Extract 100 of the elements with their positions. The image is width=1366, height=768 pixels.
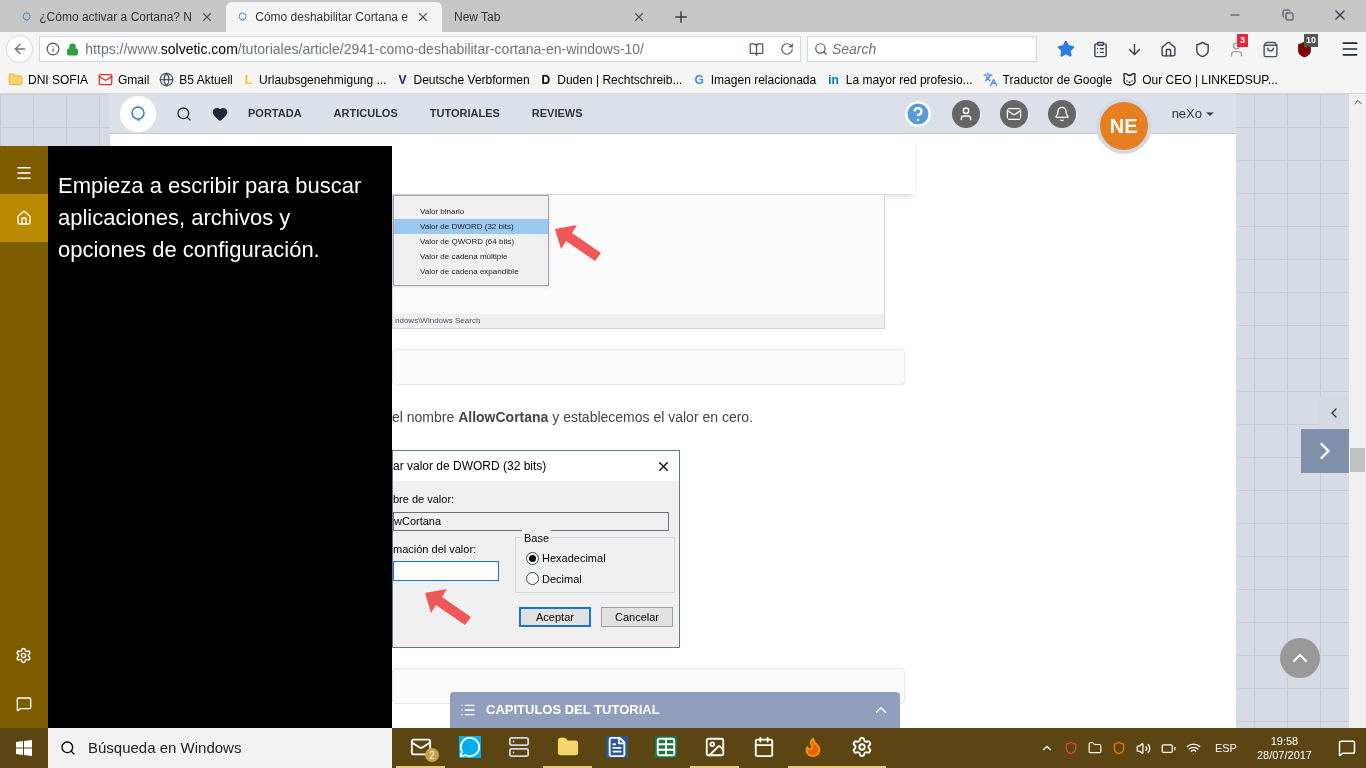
chapters-title: CAPITULOS DEL TUTORIAL	[486, 701, 661, 720]
nav-link[interactable]: REVIEWS	[531, 105, 583, 122]
bulb-logo-icon	[130, 105, 146, 122]
help-icon[interactable]	[903, 99, 932, 128]
cat-icon	[1122, 72, 1138, 87]
user-menu[interactable]: neXo	[1171, 103, 1216, 124]
ok-button[interactable]: Aceptar	[519, 607, 591, 627]
dialog-title: ar valor de DWORD (32 bits)	[393, 458, 547, 475]
tab-title: ¿Cómo activar a Cortana? N	[39, 9, 192, 26]
settings-icon[interactable]	[15, 647, 32, 664]
language-indicator[interactable]: ESP	[1214, 739, 1237, 757]
letter-logo: in	[827, 73, 840, 86]
server-icon	[507, 736, 530, 758]
picture-icon	[703, 736, 726, 758]
bookmark-item[interactable]: DNI SOFIA	[8, 70, 88, 89]
tab-title: Cómo deshabilitar Cortana e	[255, 9, 408, 26]
status-bar: ndows\Windows Search	[393, 314, 884, 328]
menu-item[interactable]: Valor de cadena expandible	[394, 264, 548, 279]
taskbar-search-field[interactable]: Búsqueda en Windows	[48, 728, 392, 768]
value-name-field: wCortana	[393, 511, 669, 531]
menu-item[interactable]: Valor de QWORD (64 bits)	[394, 234, 548, 249]
bookmark-item[interactable]: Gmail	[98, 70, 150, 89]
bell-icon[interactable]	[1047, 99, 1076, 128]
list-icon	[460, 702, 476, 718]
info-icon[interactable]	[46, 42, 61, 56]
field-label: bre de valor:	[393, 492, 456, 507]
radio-option[interactable]: Decimal	[526, 570, 664, 587]
feedback-icon[interactable]	[16, 696, 32, 712]
restore-icon[interactable]	[1282, 9, 1294, 21]
bookmark-item[interactable]: L Urlaubsgenehmigung ...	[242, 70, 387, 89]
letter-logo: G	[693, 73, 705, 86]
menu-item[interactable]: Valor de DWORD (32 bits)	[394, 219, 548, 234]
article-text: el nombre AllowCortana y establecemos el valor en cero.	[392, 408, 755, 427]
site-logo-icon[interactable]	[120, 95, 156, 132]
bookmark-item[interactable]: B5 Aktuell	[159, 70, 233, 89]
user-icon[interactable]	[951, 99, 980, 128]
reader-view-icon[interactable]	[748, 41, 764, 57]
speaker-icon[interactable]	[1135, 740, 1151, 756]
gear-icon	[850, 736, 873, 758]
browser-tab[interactable]: New Tab	[442, 2, 658, 32]
bag-icon[interactable]	[1262, 40, 1279, 58]
arrow-icon	[553, 223, 603, 263]
bookmark-item[interactable]: Our CEO | LINKEDSUP...	[1122, 70, 1278, 89]
envelope-icon	[98, 72, 113, 87]
field-label: mación del valor:	[393, 541, 478, 557]
value-data-field[interactable]	[393, 561, 499, 581]
lock-icon	[66, 42, 80, 56]
mail-icon[interactable]	[999, 99, 1028, 128]
bookmark-star-icon[interactable]	[1057, 40, 1075, 58]
nav-link[interactable]: ARTICULOS	[333, 105, 398, 122]
search-icon	[60, 740, 76, 756]
list-icon[interactable]	[1092, 40, 1109, 58]
bookmark-item[interactable]: V Deutsche Verbformen	[396, 70, 530, 89]
bookmark-item[interactable]: in La mayor red profesio...	[826, 70, 973, 89]
translate-icon	[982, 72, 998, 87]
wifi-icon[interactable]	[1185, 740, 1201, 756]
address-bar[interactable]: https://www.solvetic.com/tutoriales/article/2941-como-deshabilitar-cortana-en-windows-10/	[39, 36, 801, 62]
menu-icon[interactable]	[1340, 39, 1360, 59]
menu-item[interactable]: Valor de cadena múltiple	[394, 249, 548, 264]
menu-icon[interactable]	[15, 164, 33, 182]
new-tab-icon[interactable]	[672, 8, 690, 26]
folder-icon	[8, 72, 23, 87]
letter-logo: D	[540, 73, 552, 86]
arrow-icon	[423, 587, 473, 627]
count-badge: 2	[425, 748, 439, 762]
reload-icon[interactable]	[779, 42, 794, 56]
search-icon	[813, 42, 828, 56]
count-badge: 10	[1304, 33, 1318, 47]
cancel-button[interactable]: Cancelar	[601, 607, 673, 627]
bookmark-item[interactable]: D Duden | Rechtschreib...	[539, 70, 683, 89]
cortana-prompt: Empieza a escribir para buscar aplicaciones, archivos y opciones de configuración.	[58, 172, 363, 264]
scrollbar-thumb[interactable]	[1350, 448, 1365, 472]
heart-icon[interactable]	[212, 105, 228, 122]
folder-icon	[556, 736, 579, 758]
radio-option[interactable]: Hexadecimal	[526, 550, 664, 567]
nav-link[interactable]: TUTORIALES	[429, 105, 500, 122]
back-button[interactable]	[6, 35, 34, 63]
browser-tab[interactable]: Cómo deshabilitar Cortana e	[226, 2, 442, 32]
tab-title: New Tab	[454, 9, 502, 26]
search-field[interactable]: Search	[806, 36, 1037, 62]
menu-item[interactable]: Valor binario	[394, 204, 548, 219]
search-icon[interactable]	[176, 105, 192, 122]
radio-button[interactable]	[526, 551, 539, 565]
chat-icon	[458, 736, 481, 758]
bookmark-item[interactable]: G Imagen relacionada	[692, 70, 817, 89]
spreadsheet-icon	[654, 736, 677, 758]
letter-logo: L	[243, 73, 254, 86]
home-icon[interactable]	[1160, 40, 1177, 58]
scrollbar[interactable]	[1349, 94, 1366, 728]
browser-tab[interactable]: ¿Cómo activar a Cortana? N	[10, 2, 226, 32]
radio-button[interactable]	[526, 572, 539, 586]
nav-link[interactable]: PORTADA	[248, 105, 302, 122]
clock[interactable]: 19:58 28/07/2017	[1256, 734, 1312, 762]
windows-logo-icon[interactable]	[16, 740, 32, 756]
calendar-icon	[752, 736, 775, 758]
close-icon[interactable]	[416, 10, 430, 24]
home-icon	[16, 210, 32, 226]
notifications-icon[interactable]	[1338, 739, 1356, 757]
url-text: https://www.solvetic.com/tutoriales/article/2941-como-deshabilitar-cortana-en-windows-10/	[85, 39, 645, 59]
bookmark-item[interactable]: Traductor de Google	[982, 70, 1113, 89]
